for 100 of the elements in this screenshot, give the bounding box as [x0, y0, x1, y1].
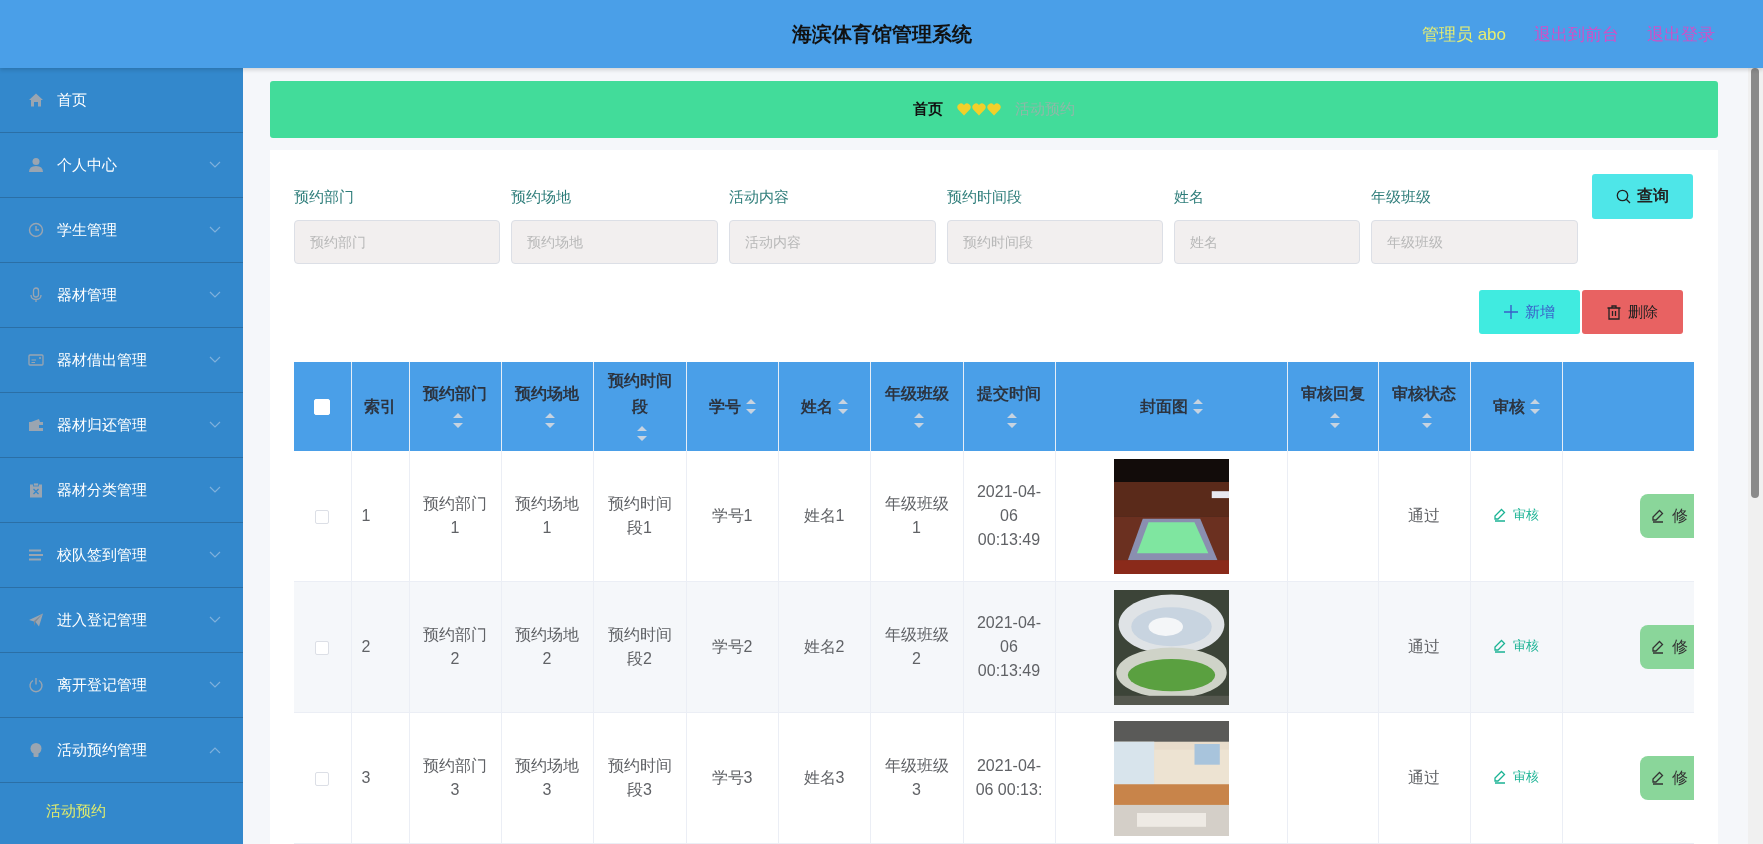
table-cell: 预约部门1: [423, 495, 487, 536]
menu-item[interactable]: 活动预约管理: [0, 718, 243, 783]
menu-item[interactable]: 学生管理: [0, 198, 243, 263]
table-cell: 姓名2: [803, 638, 845, 655]
table-cell: 预约场地2: [515, 626, 579, 667]
column-header: 审核状态: [1392, 383, 1456, 404]
heart-icon: [957, 103, 971, 116]
menu-item[interactable]: 器材管理: [0, 263, 243, 328]
table-cell: 姓名3: [803, 769, 845, 786]
sort-icon[interactable]: [1330, 413, 1340, 429]
table-cell: 预约场地1: [515, 495, 579, 536]
column-header: 索引: [364, 396, 396, 417]
sort-icon[interactable]: [452, 413, 463, 429]
app-title: 海滨体育馆管理系统: [791, 22, 972, 45]
table-cell: 预约部门2: [423, 626, 487, 667]
column-header: 年级班级: [884, 383, 949, 404]
sort-icon[interactable]: [1006, 413, 1017, 429]
home-icon: [28, 92, 44, 108]
sort-icon[interactable]: [914, 413, 924, 429]
field-label: 预约时间段: [947, 187, 1023, 207]
column-header: 封面图: [1139, 396, 1188, 417]
checkbox[interactable]: [315, 771, 330, 786]
pencil-icon: [1493, 508, 1507, 522]
table-cell: 预约场地3: [515, 757, 579, 798]
wallet-icon: [28, 417, 44, 433]
table-cell: 姓名1: [803, 507, 845, 524]
table-cell: 学号1: [711, 507, 753, 524]
sort-icon[interactable]: [544, 413, 555, 429]
table-cell: 通过: [1408, 638, 1440, 655]
sort-icon[interactable]: [837, 399, 848, 415]
column-header: 预约时间段: [607, 370, 672, 417]
column-header: 预约场地: [515, 383, 579, 404]
field-label: 活动内容: [729, 187, 790, 207]
search-icon: [1616, 189, 1631, 204]
input-field[interactable]: 姓名: [1174, 220, 1360, 264]
power-icon: [28, 677, 44, 693]
sort-icon[interactable]: [745, 399, 756, 415]
card-icon: [28, 352, 44, 368]
menu-item[interactable]: 校队签到管理: [0, 523, 243, 588]
heart-icon: [972, 103, 986, 116]
table-cell: 年级班级3: [884, 757, 949, 798]
column-header: 审核: [1492, 396, 1525, 417]
table-cell: 预约部门3: [423, 757, 487, 798]
table-cell: 2: [361, 638, 371, 655]
table-cell: 预约时间段3: [607, 757, 672, 798]
breadcrumb-link[interactable]: 首页: [913, 100, 943, 119]
column-header: 姓名: [800, 396, 833, 417]
pencil-icon: [1651, 640, 1665, 654]
menu-item[interactable]: 器材分类管理: [0, 458, 243, 523]
table-cell: 预约时间段1: [607, 495, 672, 536]
sort-icon[interactable]: [1421, 413, 1432, 429]
menu-item[interactable]: 器材归还管理: [0, 393, 243, 458]
table-cell: 2021-04-06 00:13:49: [976, 483, 1041, 548]
edit-button[interactable]: 修: [1640, 756, 1694, 800]
scrollbar-thumb[interactable]: [1751, 68, 1759, 498]
table-cell: 2021-04-06 00:13:: [975, 757, 1043, 798]
pencil-icon: [1493, 770, 1507, 784]
sort-icon[interactable]: [1529, 399, 1540, 415]
table-cell: 1: [361, 507, 371, 524]
column-header: 提交时间: [977, 383, 1041, 404]
menu-item[interactable]: 首页: [0, 68, 243, 133]
review-link[interactable]: 审核: [1493, 503, 1539, 527]
table-cell: 预约时间段2: [607, 626, 672, 667]
heart-icon: [987, 103, 1001, 116]
submenu-item[interactable]: 活动预约: [0, 783, 243, 839]
menu-item[interactable]: 离开登记管理: [0, 653, 243, 718]
trash-icon: [1607, 304, 1621, 320]
scrollbar[interactable]: [1748, 68, 1763, 844]
field-label: 预约场地: [511, 187, 572, 207]
edit-button[interactable]: 修: [1640, 625, 1694, 669]
pencil-icon: [1493, 639, 1507, 653]
plus-icon: [1504, 305, 1518, 319]
checkbox[interactable]: [315, 640, 330, 655]
table-cell: 学号2: [711, 638, 753, 655]
paper-plane-icon: [28, 612, 44, 628]
delete-button[interactable]: 删除: [1582, 290, 1683, 334]
menu-item[interactable]: 个人中心: [0, 133, 243, 198]
pencil-icon: [1651, 509, 1665, 523]
microphone-icon: [28, 287, 44, 303]
review-link[interactable]: 审核: [1493, 765, 1539, 789]
lightbulb-icon: [28, 742, 44, 758]
clipboard-icon: [28, 482, 44, 498]
clock-icon: [28, 222, 44, 238]
sort-icon[interactable]: [1192, 399, 1203, 415]
input-field[interactable]: 预约场地: [511, 220, 718, 264]
field-label: 年级班级: [1371, 187, 1432, 207]
add-button[interactable]: 新增: [1479, 290, 1580, 334]
breadcrumb-current: 活动预约: [1015, 100, 1075, 119]
table-cell: 通过: [1408, 769, 1440, 786]
list-icon: [28, 547, 44, 563]
menu-item[interactable]: 进入登记管理: [0, 588, 243, 653]
table-cell: 3: [361, 769, 371, 786]
column-header: 审核回复: [1300, 383, 1365, 404]
edit-button[interactable]: 修: [1640, 494, 1694, 538]
user-name: 管理员 abo: [1421, 23, 1506, 46]
menu-item[interactable]: 器材借出管理: [0, 328, 243, 393]
search-button[interactable]: 查询: [1592, 174, 1693, 219]
checkbox[interactable]: [315, 509, 330, 524]
sort-icon[interactable]: [637, 425, 647, 441]
review-link[interactable]: 审核: [1493, 634, 1539, 658]
